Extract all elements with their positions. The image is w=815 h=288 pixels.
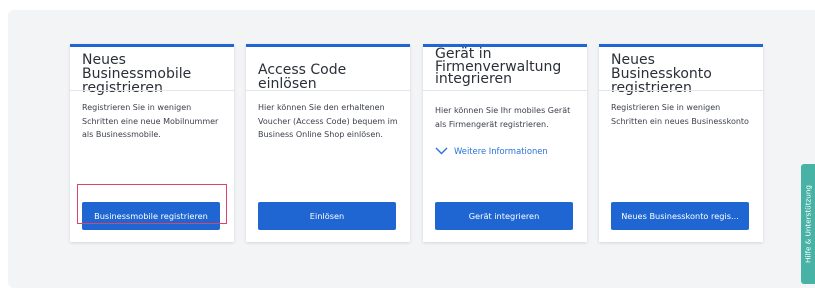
card-device-management: Gerät in Firmenverwaltung integrieren Hi… xyxy=(423,44,587,242)
divider xyxy=(246,90,410,91)
card-title: Neues Businesskonto registrieren xyxy=(611,52,755,95)
card-description: Registrieren Sie in wenigen Schritten ei… xyxy=(611,101,755,128)
card-description-line: als Businessmobile. xyxy=(82,130,161,139)
card-title-line: Neues Businessmobile xyxy=(82,52,192,82)
help-support-label: Hilfe & Unterstützung xyxy=(803,185,813,263)
card-title: Neues Businessmobile registrieren xyxy=(82,52,226,95)
card-description-line: Business Online Shop einlösen. xyxy=(258,130,383,139)
chevron-down-icon xyxy=(435,147,448,155)
card-description-line: Schritten eine neue Mobilnummer xyxy=(82,116,219,126)
card-new-businessmobile: Neues Businessmobile registrieren Regist… xyxy=(70,44,234,242)
divider xyxy=(423,90,587,91)
card-title-line: registrieren xyxy=(611,80,692,96)
card-title: Access Code einlösen xyxy=(258,63,402,99)
card-title-line: Access Code einlösen xyxy=(258,62,347,92)
card-title-line: integrieren xyxy=(435,71,512,87)
card-description-line: Hier können Sie Ihr mobiles Gerät xyxy=(435,106,571,115)
card-title-line: Neues Businesskonto xyxy=(611,52,712,82)
card-access-code: Access Code einlösen Hier können Sie den… xyxy=(246,44,410,242)
card-description-line: Registrieren Sie in wenigen xyxy=(611,103,721,112)
card-description-line: Hier können Sie den erhaltenen xyxy=(258,103,385,112)
content-panel: Neues Businessmobile registrieren Regist… xyxy=(8,10,815,288)
card-description-line: Voucher (Access Code) bequem im xyxy=(258,116,398,126)
card-description: Hier können Sie den erhaltenen Voucher (… xyxy=(258,101,402,142)
card-description-line: Schritten ein neues Businesskonto xyxy=(611,116,749,126)
register-businessaccount-button[interactable]: Neues Businesskonto regis... xyxy=(611,202,749,230)
more-info-label: Weitere Informationen xyxy=(454,146,548,156)
register-businessmobile-button[interactable]: Businessmobile registrieren xyxy=(82,202,220,230)
divider xyxy=(599,90,763,91)
card-description-line: als Firmengerät registrieren. xyxy=(435,119,549,129)
help-support-tab[interactable]: Hilfe & Unterstützung xyxy=(801,164,815,284)
divider xyxy=(70,90,234,91)
card-description: Hier können Sie Ihr mobiles Gerät als Fi… xyxy=(435,104,579,131)
card-title-line: registrieren xyxy=(82,80,163,96)
more-info-link[interactable]: Weitere Informationen xyxy=(435,146,548,156)
card-title: Gerät in Firmenverwaltung integrieren xyxy=(435,47,579,87)
redeem-button[interactable]: Einlösen xyxy=(258,202,396,230)
card-new-businessaccount: Neues Businesskonto registrieren Registr… xyxy=(599,44,763,242)
card-description-line: Registrieren Sie in wenigen xyxy=(82,103,192,112)
integrate-device-button[interactable]: Gerät integrieren xyxy=(435,202,573,230)
card-description: Registrieren Sie in wenigen Schritten ei… xyxy=(82,101,226,142)
